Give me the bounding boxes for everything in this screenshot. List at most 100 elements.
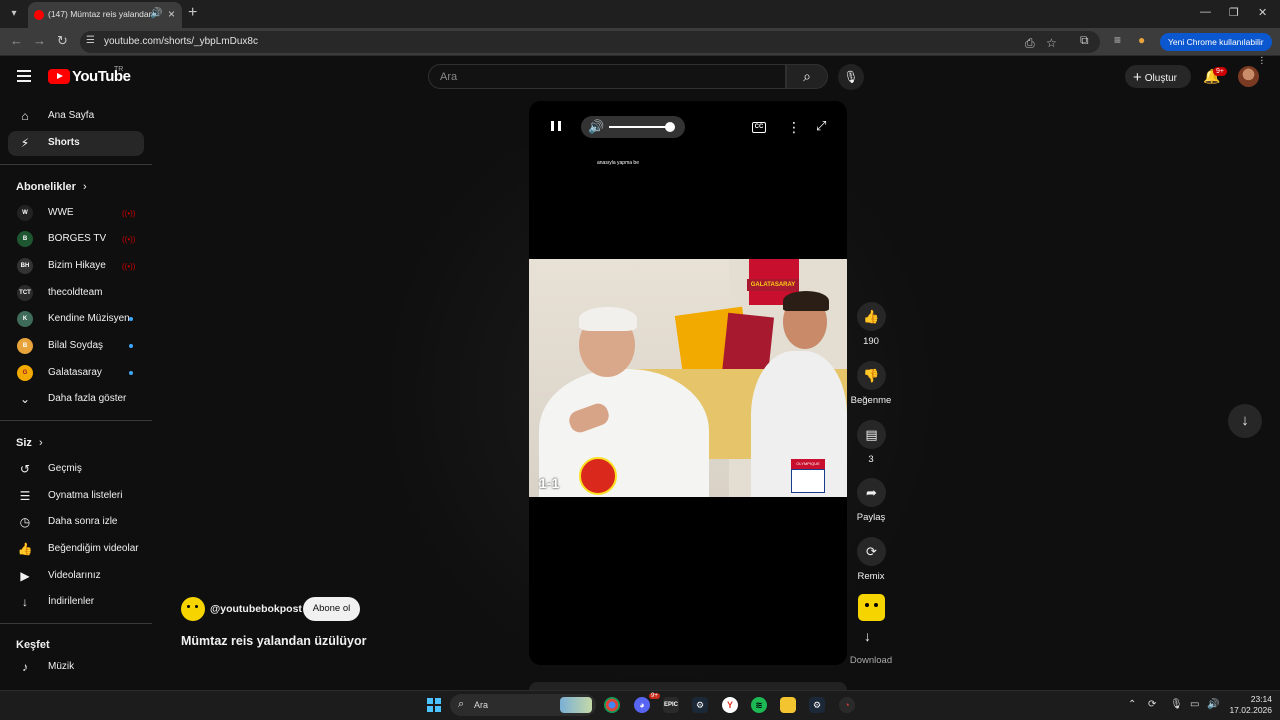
you-heading[interactable]: Siz ›: [16, 437, 43, 449]
youtube-logo-icon[interactable]: [48, 69, 70, 84]
maximize-window-icon[interactable]: ❐: [1229, 6, 1239, 19]
new-tab-icon[interactable]: +: [188, 4, 197, 22]
show-more-label: Daha fazla göster: [48, 393, 127, 404]
subscriptions-heading[interactable]: Abonelikler ›: [16, 181, 87, 193]
steam-taskbar-icon[interactable]: ⚙: [692, 697, 708, 713]
remix-button[interactable]: ⟳: [857, 537, 886, 566]
channel-avatar: BH: [17, 258, 33, 274]
address-bar[interactable]: ☰ youtube.com/shorts/_ybpLmDux8c ⎙ ☆: [80, 31, 1100, 53]
chrome-update-button[interactable]: Yeni Chrome kullanılabilir ⋮: [1160, 33, 1272, 65]
system-clock[interactable]: 23:14 17.02.2026: [1224, 694, 1272, 716]
sidebar-channel-wwe[interactable]: W WWE ((•)): [8, 201, 144, 226]
captions-icon[interactable]: CC: [752, 122, 766, 133]
sidebar-item-label: Ana Sayfa: [48, 110, 95, 121]
voice-search-button[interactable]: 🎙: [838, 64, 864, 90]
sidebar-item-shorts[interactable]: ⚡ Shorts: [8, 131, 144, 156]
channel-name: Kendine Müzisyen: [48, 313, 130, 324]
like-button[interactable]: 👍: [857, 302, 886, 331]
sidebar-channel-kendine-muzisyen[interactable]: K Kendine Müzisyen: [8, 307, 144, 332]
extensions-icon[interactable]: ⧉: [1080, 33, 1089, 48]
back-icon[interactable]: ←: [10, 33, 23, 48]
sidebar-item-watch-later[interactable]: ◷ Daha sonra izle: [8, 510, 144, 535]
your-videos-icon: ▶: [20, 569, 30, 583]
sidebar-channel-thecoldteam[interactable]: TCT thecoldteam: [8, 281, 144, 306]
volume-control[interactable]: 🔊: [581, 116, 685, 138]
live-indicator-icon: ((•)): [122, 235, 136, 244]
sidebar-channel-borges-tv[interactable]: B BORGES TV ((•)): [8, 227, 144, 252]
sidebar-item-music[interactable]: ♪ Müzik: [8, 655, 144, 680]
more-options-icon[interactable]: ⋮: [787, 119, 801, 136]
sidebar-item-downloads[interactable]: ↓ İndirilenler: [8, 590, 144, 615]
video-frame[interactable]: GALATASARAY 1-1 OLYMPIQUE LYONNAIS: [529, 259, 847, 497]
site-info-icon[interactable]: ☰: [86, 35, 95, 46]
sidebar-show-more[interactable]: ⌄ Daha fazla göster: [8, 387, 144, 412]
clock-time: 23:14: [1250, 694, 1272, 704]
sidebar-channel-galatasaray[interactable]: G Galatasaray: [8, 361, 144, 386]
close-window-icon[interactable]: ✕: [1258, 6, 1267, 19]
app-taskbar-icon[interactable]: ◔: [839, 697, 855, 713]
share-button[interactable]: ➦: [857, 478, 886, 507]
taskbar-search[interactable]: ⌕ Ara: [450, 694, 596, 716]
shorts-player[interactable]: 🔊 CC ⋮ ⤢ anasıyla yapma be GALATASARAY 1…: [529, 101, 847, 665]
show-hidden-icons-icon[interactable]: ⌃: [1128, 699, 1136, 710]
guide-menu-icon[interactable]: [17, 70, 31, 82]
tab-search-chevron-icon[interactable]: ▾: [6, 6, 22, 22]
download-label[interactable]: Download: [844, 655, 898, 666]
next-video-button[interactable]: ↓: [1228, 404, 1262, 438]
downloads-icon: ↓: [22, 595, 28, 609]
minimize-window-icon[interactable]: —: [1200, 6, 1211, 18]
channel-avatar[interactable]: [181, 597, 205, 621]
volume-icon[interactable]: 🔊: [588, 119, 604, 135]
audio-playing-icon[interactable]: 🔊: [150, 8, 162, 19]
speaker-icon[interactable]: 🔊: [1207, 699, 1219, 710]
media-controls-icon[interactable]: ≡: [1114, 33, 1121, 47]
download-icon[interactable]: ↓: [864, 628, 871, 644]
sidebar-item-history[interactable]: ↺ Geçmiş: [8, 457, 144, 482]
url-text[interactable]: youtube.com/shorts/_ybpLmDux8c: [104, 36, 258, 47]
account-avatar[interactable]: [1238, 66, 1259, 87]
sound-thumbnail[interactable]: [858, 594, 885, 621]
next-short-preview[interactable]: [529, 682, 847, 690]
chrome-taskbar-icon[interactable]: [604, 697, 620, 713]
sidebar-channel-bilal-soydas[interactable]: B Bilal Soydaş: [8, 334, 144, 359]
chrome-menu-icon[interactable]: ⋮: [1258, 51, 1267, 69]
microphone-tray-icon[interactable]: 🎙: [1170, 699, 1183, 710]
create-button[interactable]: + Oluştur: [1125, 65, 1191, 88]
sidebar-item-your-videos[interactable]: ▶ Videolarınız: [8, 564, 144, 589]
chevron-down-icon: ⌄: [19, 392, 31, 406]
dislike-button[interactable]: 👎: [857, 361, 886, 390]
fullscreen-icon[interactable]: ⤢: [816, 118, 826, 134]
network-icon[interactable]: ▭: [1190, 699, 1199, 710]
pause-icon[interactable]: [549, 119, 563, 135]
browser-tab[interactable]: (147) Mümtaz reis yalandan üzülüyor 🔊 ×: [28, 2, 182, 28]
volume-slider-handle[interactable]: [665, 122, 675, 132]
epic-games-taskbar-icon[interactable]: EPIC: [663, 697, 679, 713]
sidebar-item-home[interactable]: ⌂ Ana Sayfa: [8, 104, 144, 129]
subscribe-button[interactable]: Abone ol: [303, 597, 360, 621]
sidebar-item-playlists[interactable]: ☰ Oynatma listeleri: [8, 484, 144, 509]
channel-handle[interactable]: @youtubebokpost: [210, 603, 302, 615]
volume-slider-track[interactable]: [609, 126, 669, 128]
comment-icon: ▤: [865, 427, 878, 442]
windows-start-icon[interactable]: [427, 698, 441, 712]
profile-icon[interactable]: ●: [1138, 33, 1145, 47]
chrome-update-label: Yeni Chrome kullanılabilir: [1168, 37, 1264, 47]
sidebar-channel-bizim-hikaye[interactable]: BH Bizim Hikaye ((•)): [8, 254, 144, 279]
dislike-label: Beğenme: [850, 395, 892, 406]
bookmark-star-icon[interactable]: ☆: [1046, 36, 1057, 50]
sidebar-divider: [0, 420, 152, 421]
sync-icon[interactable]: ⟳: [1148, 699, 1156, 710]
search-button[interactable]: ⌕: [786, 64, 828, 89]
file-explorer-taskbar-icon[interactable]: [780, 697, 796, 713]
reload-icon[interactable]: ↻: [57, 33, 68, 49]
close-tab-icon[interactable]: ×: [168, 7, 175, 21]
forward-icon[interactable]: →: [33, 33, 46, 48]
steam-alt-taskbar-icon[interactable]: ⚙: [809, 697, 825, 713]
sidebar-item-liked-videos[interactable]: 👍 Beğendiğim videolar: [8, 537, 144, 562]
search-input[interactable]: Ara: [428, 64, 786, 89]
spotify-taskbar-icon[interactable]: ≋: [751, 697, 767, 713]
discord-taskbar-icon[interactable]: ◕: [634, 697, 650, 713]
yandex-taskbar-icon[interactable]: Y: [722, 697, 738, 713]
install-app-icon[interactable]: ⎙: [1025, 36, 1035, 51]
comments-button[interactable]: ▤: [857, 420, 886, 449]
